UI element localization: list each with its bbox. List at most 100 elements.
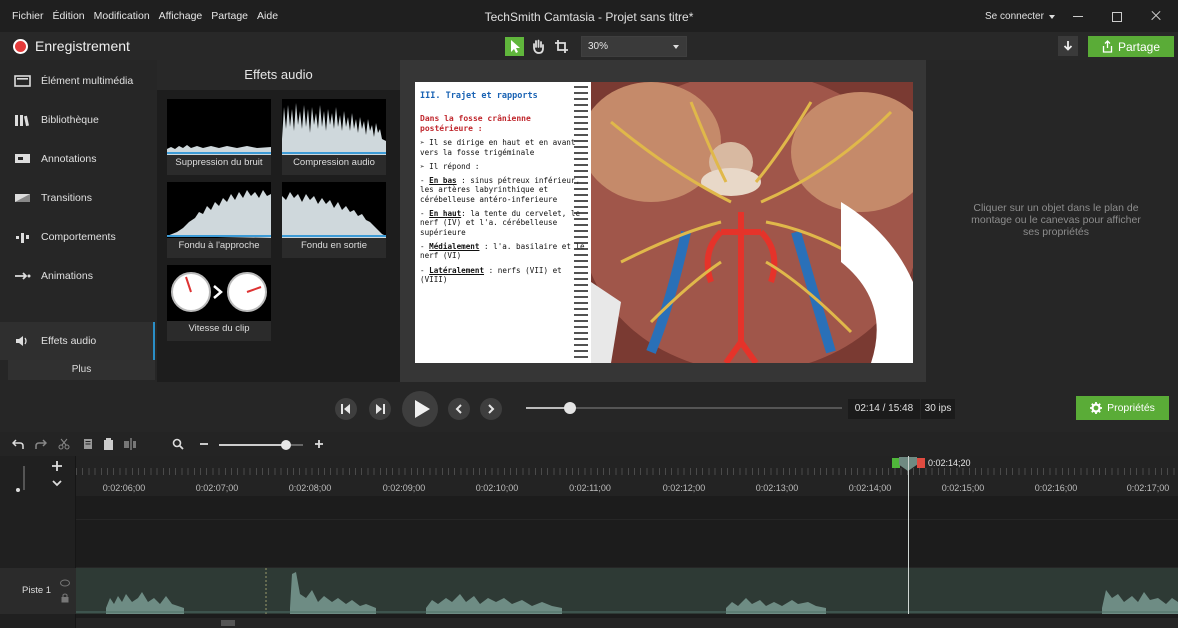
sidebar-item-library[interactable]: Bibliothèque	[0, 101, 155, 139]
sidebar-item-label: Animations	[41, 270, 93, 282]
close-button[interactable]	[1146, 8, 1166, 24]
tools-sidebar: Élément multimédia Bibliothèque Annotati…	[0, 60, 157, 382]
slide-keyword: Latéralement	[429, 265, 485, 275]
timeline-scrollbar[interactable]	[76, 618, 1178, 628]
pan-tool-button[interactable]	[529, 37, 548, 56]
effect-audio-compression[interactable]: Compression audio	[282, 99, 386, 175]
next-button[interactable]	[480, 398, 502, 420]
play-button[interactable]	[402, 391, 438, 427]
minimize-button[interactable]	[1068, 8, 1088, 24]
zoom-slider-handle[interactable]	[281, 440, 291, 450]
behavior-icon	[14, 230, 32, 244]
zoom-out-icon[interactable]	[199, 438, 211, 450]
effect-noise-removal[interactable]: Suppression du bruit	[167, 99, 271, 175]
sidebar-item-media[interactable]: Élément multimédia	[0, 62, 155, 100]
download-button[interactable]	[1058, 36, 1078, 56]
animation-icon	[14, 269, 32, 283]
menu-file[interactable]: Fichier	[12, 10, 44, 22]
playback-bar: 02:14 / 15:48 30 ips Propriétés	[0, 382, 1178, 432]
sidebar-item-animations[interactable]: Animations	[0, 257, 155, 295]
main-toolbar: Enregistrement 30% Partage	[0, 32, 1178, 60]
add-track-icon[interactable]	[50, 459, 64, 473]
selection-start-handle[interactable]	[892, 458, 900, 468]
effect-label: Vitesse du clip	[188, 323, 250, 334]
video-frame[interactable]: III. Trajet et rapports Dans la fosse cr…	[415, 82, 913, 363]
tick-label: 0:02:16;00	[1034, 483, 1078, 493]
crop-tool-button[interactable]	[552, 37, 571, 56]
select-tool-button[interactable]	[505, 37, 524, 56]
step-back-button[interactable]	[335, 398, 357, 420]
scrubber-handle[interactable]	[564, 402, 577, 414]
more-button[interactable]: Plus	[8, 360, 155, 380]
timeline-tracks[interactable]	[76, 496, 1178, 628]
tick-label: 0:02:17;00	[1126, 483, 1170, 493]
menu-modify[interactable]: Modification	[94, 10, 150, 22]
copy-icon[interactable]	[82, 438, 94, 450]
properties-button[interactable]: Propriétés	[1076, 396, 1169, 420]
effect-fade-in[interactable]: Fondu à l'approche	[167, 182, 271, 258]
audio-clip[interactable]	[76, 568, 1178, 614]
slide-keyword: En haut	[429, 209, 462, 219]
sidebar-item-annotations[interactable]: Annotations	[0, 140, 155, 178]
audio-waveform	[76, 568, 1178, 614]
sign-in-label: Se connecter	[985, 11, 1044, 22]
sidebar-item-audio-effects[interactable]: Effets audio	[0, 322, 155, 360]
menu-edit[interactable]: Édition	[53, 10, 85, 22]
maximize-button[interactable]	[1106, 8, 1126, 24]
lock-icon[interactable]	[61, 593, 69, 603]
menu-view[interactable]: Affichage	[159, 10, 203, 22]
redo-icon[interactable]	[35, 438, 47, 450]
menu-share[interactable]: Partage	[211, 10, 248, 22]
record-button[interactable]: Enregistrement	[13, 38, 130, 54]
selection-end-handle[interactable]	[917, 458, 925, 468]
previous-button[interactable]	[448, 398, 470, 420]
sidebar-item-behaviors[interactable]: Comportements	[0, 218, 155, 256]
slide-keyword: En bas	[429, 176, 457, 186]
chevron-down-icon[interactable]	[50, 477, 64, 489]
sidebar-item-label: Annotations	[41, 153, 97, 165]
slide-keyword: Médialement	[429, 241, 480, 251]
transition-icon	[14, 191, 32, 205]
sidebar-item-label: Élément multimédia	[41, 75, 134, 87]
chevron-right-icon	[488, 404, 495, 414]
split-icon[interactable]	[124, 438, 136, 450]
effect-label: Fondu en sortie	[300, 240, 367, 251]
slide-paragraph: - Latéralement : nerfs (VII) et (VIII)	[420, 265, 562, 284]
paste-icon[interactable]	[103, 438, 115, 450]
sidebar-item-label: Bibliothèque	[41, 114, 99, 126]
effect-label: Suppression du bruit	[175, 157, 263, 168]
playback-scrubber[interactable]	[526, 402, 842, 414]
cut-icon[interactable]	[58, 438, 70, 450]
menu-help[interactable]: Aide	[257, 10, 278, 22]
slide-bullet: ➢ Il se dirige en haut et en avant vers …	[420, 138, 576, 157]
playhead-time: 0:02:14;20	[928, 458, 971, 468]
timeline-ruler[interactable]: 0:02:06;00 0:02:07;00 0:02:08;00 0:02:09…	[76, 456, 1178, 496]
search-icon[interactable]	[172, 438, 184, 450]
step-forward-button[interactable]	[369, 398, 391, 420]
zoom-select[interactable]: 30%	[581, 36, 687, 57]
notebook-spiral	[574, 86, 588, 359]
sign-in-dropdown[interactable]: Se connecter	[985, 11, 1055, 22]
track-row-empty	[76, 496, 1178, 520]
time-display: 02:14 / 15:48	[848, 399, 920, 419]
ruler-ticks	[76, 468, 1178, 475]
playhead[interactable]	[908, 456, 909, 614]
share-button[interactable]: Partage	[1088, 36, 1174, 57]
tick-label: 0:02:13;00	[755, 483, 799, 493]
effect-label: Compression audio	[293, 157, 375, 168]
eye-icon[interactable]	[60, 579, 70, 587]
undo-icon[interactable]	[12, 438, 24, 450]
waveform-thumbnail	[167, 99, 271, 155]
scrollbar-thumb[interactable]	[221, 620, 235, 626]
timeline-zoom-slider[interactable]	[219, 440, 303, 450]
effect-clip-speed[interactable]: Vitesse du clip	[167, 265, 271, 341]
record-icon	[13, 38, 28, 54]
panel-title: Effets audio	[157, 60, 400, 90]
sidebar-item-transitions[interactable]: Transitions	[0, 179, 155, 217]
track-size-icon[interactable]	[14, 464, 28, 492]
track-header[interactable]: Piste 1	[0, 568, 76, 614]
waveform-thumbnail	[282, 99, 386, 155]
effect-fade-out[interactable]: Fondu en sortie	[282, 182, 386, 258]
canvas-area[interactable]: III. Trajet et rapports Dans la fosse cr…	[400, 60, 926, 382]
zoom-in-icon[interactable]	[313, 438, 325, 450]
